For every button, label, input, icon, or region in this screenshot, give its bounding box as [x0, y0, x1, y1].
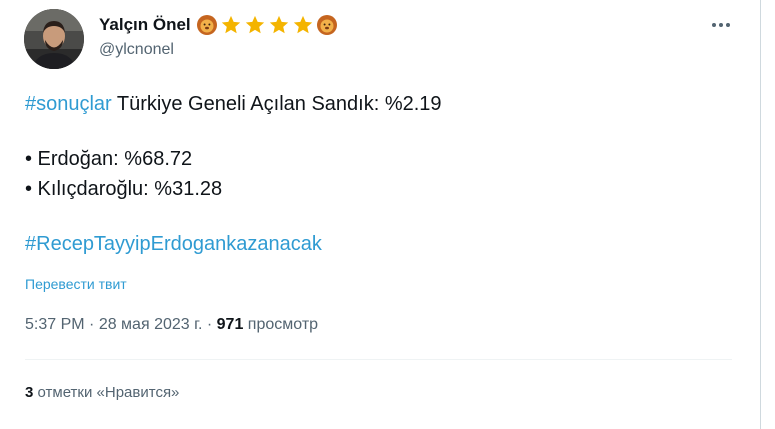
star-emoji-icon [269, 15, 288, 34]
tweet-time[interactable]: 5:37 PM [25, 316, 85, 333]
meta-separator: · [202, 316, 217, 333]
author-handle[interactable]: @ylcnonel [99, 41, 174, 59]
likes-label: отметки «Нравится» [33, 384, 180, 401]
hashtag-link[interactable]: #RecepTayyipErdogankazanacak [25, 233, 322, 255]
author-name-row[interactable]: Yalçın Önel [99, 14, 338, 36]
tweet-date[interactable]: 28 мая 2023 г. [99, 316, 203, 333]
lion-emoji-icon [316, 15, 337, 35]
meta-separator: · [84, 316, 99, 333]
tweet-card: Yalçın Önel @ylcnonel #sonuçlar Türkiye … [0, 0, 761, 429]
likes-link[interactable]: 3 отметки «Нравится» [25, 384, 179, 401]
tweet-line-1: #sonuçlar Türkiye Geneli Açılan Sandık: … [25, 91, 725, 117]
tweet-line-2: • Erdoğan: %68.72 [25, 148, 193, 170]
divider [25, 359, 732, 360]
star-emoji-icon [245, 15, 264, 34]
tweet-text: #sonuçlar Türkiye Geneli Açılan Sandık: … [25, 91, 725, 257]
tweet-line-4: #RecepTayyipErdogankazanacak [25, 231, 725, 257]
star-emoji-icon [221, 15, 240, 34]
author-display-name[interactable]: Yalçın Önel [99, 15, 191, 35]
more-options-icon[interactable] [706, 14, 736, 36]
tweet-meta: 5:37 PM · 28 мая 2023 г. · 971 просмотр [25, 316, 318, 334]
views-label: просмотр [243, 316, 319, 333]
lion-emoji-icon [196, 15, 217, 35]
views-count: 971 [216, 316, 244, 333]
avatar[interactable] [24, 9, 84, 69]
avatar-photo [24, 9, 84, 69]
translate-tweet-link[interactable]: Перевести твит [25, 276, 127, 292]
hashtag-link[interactable]: #sonuçlar [25, 93, 112, 115]
tweet-text-segment: Türkiye Geneli Açılan Sandık: %2.19 [111, 93, 442, 115]
tweet-line-3: • Kılıçdaroğlu: %31.28 [25, 178, 223, 200]
star-emoji-icon [293, 15, 312, 34]
